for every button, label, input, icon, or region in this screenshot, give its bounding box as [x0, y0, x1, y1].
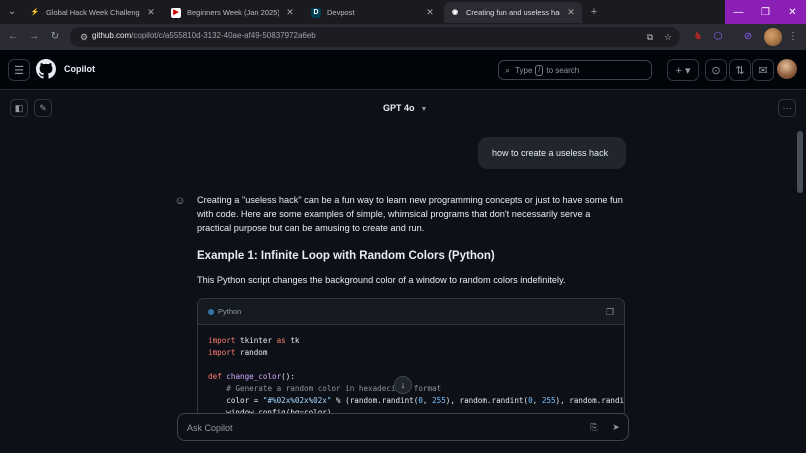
chevron-down-icon: ▼ [420, 106, 428, 113]
sync-icon[interactable]: ⊘ [740, 29, 756, 45]
close-tab-icon[interactable]: ✕ [146, 7, 156, 18]
devpost-icon: D [311, 7, 321, 18]
site-info-icon[interactable]: ⚙ [78, 31, 90, 43]
code-language-label: Python [218, 307, 242, 316]
new-tab-icon[interactable]: + [587, 5, 601, 19]
model-picker[interactable]: GPT 4o ▼ [383, 103, 427, 113]
page-scrollbar[interactable] [797, 131, 803, 193]
ask-copilot-box: ⎘ ➤ [177, 413, 629, 441]
create-new-dropdown[interactable]: + ▾ [667, 59, 699, 81]
forward-icon[interactable]: → [27, 30, 41, 44]
back-icon[interactable]: ← [6, 30, 20, 44]
copilot-breadcrumb[interactable]: Copilot [64, 64, 95, 74]
bolt-icon: ⚡ [30, 8, 40, 16]
close-tab-icon[interactable]: ✕ [566, 7, 576, 18]
new-conversation-icon[interactable]: ✎ [34, 99, 52, 117]
browser-tab-strip: ⌄ ⚡ Global Hack Week Challenges ✕ ▶ Begi… [0, 0, 806, 24]
window-controls: — ❐ ✕ [725, 0, 806, 24]
puzzle-icon[interactable]: ⬡ [710, 29, 726, 45]
assistant-response-text: Creating a "useless hack" can be a fun w… [197, 195, 623, 234]
restore-icon[interactable]: ❐ [752, 0, 779, 24]
extension-icon[interactable]: ♞ [690, 29, 706, 45]
code-content: import tkinter as tk import random def c… [208, 336, 625, 417]
close-window-icon[interactable]: ✕ [779, 0, 806, 24]
youtube-icon: ▶ [171, 7, 181, 18]
browser-tab[interactable]: ▶ Beginners Week (Jan 2025) Ch ✕ [165, 2, 301, 23]
copilot-toolbar: ◧ ✎ GPT 4o ▼ ··· [0, 91, 806, 125]
browser-tab-active[interactable]: ◉ Creating fun and useless hack ✕ [444, 2, 582, 23]
more-options-icon[interactable]: ··· [778, 99, 796, 117]
example-heading: Example 1: Infinite Loop with Random Col… [197, 250, 495, 262]
ask-copilot-input[interactable] [187, 420, 567, 436]
toggle-sidebar-icon[interactable]: ◧ [10, 99, 28, 117]
close-tab-icon[interactable]: ✕ [425, 7, 435, 18]
browser-tab[interactable]: ⚡ Global Hack Week Challenges ✕ [24, 2, 162, 23]
minimize-icon[interactable]: — [725, 0, 752, 24]
url-host: github.com [92, 31, 132, 40]
hamburger-menu-icon[interactable]: ☰ [8, 59, 30, 81]
attach-paperclip-icon[interactable]: ⎘ [588, 421, 600, 433]
pull-requests-icon[interactable]: ⇅ [729, 59, 751, 81]
copy-code-icon[interactable]: ❐ [604, 306, 616, 318]
send-icon[interactable]: ➤ [610, 421, 622, 433]
scroll-to-bottom-icon[interactable]: ↓ [394, 376, 412, 394]
github-logo-icon[interactable] [36, 59, 56, 79]
browser-profile-avatar[interactable] [764, 28, 782, 46]
code-block: Python ❐ import tkinter as tk import ran… [197, 298, 625, 418]
bookmark-star-icon[interactable]: ☆ [662, 31, 674, 43]
copilot-icon: ◉ [451, 8, 459, 16]
code-block-header: Python ❐ [198, 299, 624, 325]
reload-icon[interactable]: ↻ [48, 30, 62, 44]
user-message: how to create a useless hack [478, 137, 626, 169]
close-tab-icon[interactable]: ✕ [285, 7, 295, 18]
browser-menu-icon[interactable]: ⋮ [788, 30, 798, 44]
example-description: This Python script changes the backgroun… [197, 275, 566, 285]
url-path: /copilot/c/a555810d-3132-40ae-af49-50837… [131, 31, 316, 40]
address-bar[interactable]: ⚙ github.com/copilot/c/a555810d-3132-40a… [70, 27, 680, 47]
user-avatar[interactable] [777, 59, 797, 79]
github-header: ☰ Copilot ⌕ Type / to search + ▾ ⊙ ⇅ ✉ [0, 50, 806, 90]
github-search-input[interactable]: ⌕ Type / to search [498, 60, 652, 80]
copilot-avatar-icon: ☺ [174, 195, 186, 207]
inbox-icon[interactable]: ✉ [752, 59, 774, 81]
search-icon: ⌕ [505, 64, 511, 75]
issues-icon[interactable]: ⊙ [705, 59, 727, 81]
open-in-app-icon[interactable]: ⧉ [644, 31, 656, 43]
tab-search-chevron-icon[interactable]: ⌄ [4, 4, 20, 20]
browser-toolbar: ← → ↻ ⚙ github.com/copilot/c/a555810d-31… [0, 24, 806, 50]
language-dot-icon [208, 309, 214, 315]
browser-tab[interactable]: D Devpost ✕ [305, 2, 441, 23]
